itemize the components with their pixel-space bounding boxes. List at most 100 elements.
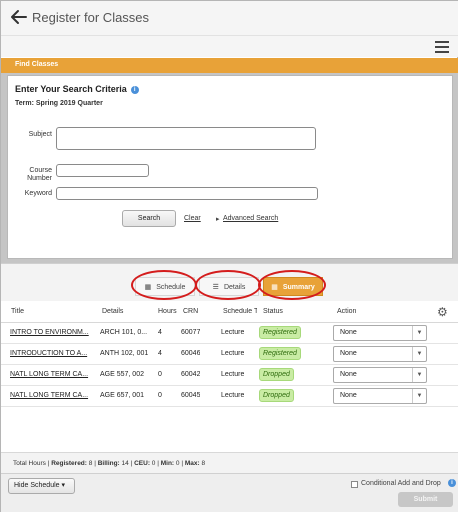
conditional-add-drop-checkbox[interactable] xyxy=(351,481,358,488)
keyword-input[interactable] xyxy=(56,187,318,200)
action-select[interactable]: None ▼ xyxy=(333,325,427,341)
column-header-details[interactable]: Details xyxy=(102,308,123,315)
clear-link[interactable]: Clear xyxy=(184,215,201,222)
registered-label: Registered: xyxy=(51,460,87,467)
chevron-down-icon: ▼ xyxy=(412,347,426,361)
info-icon[interactable]: i xyxy=(448,479,456,487)
course-details: AGE 557, 002 xyxy=(100,371,144,378)
course-crn: 60046 xyxy=(181,350,201,357)
chevron-down-icon: ▼ xyxy=(412,368,426,382)
hide-schedule-button[interactable]: Hide Schedule ▾ xyxy=(8,478,75,494)
info-icon[interactable]: i xyxy=(130,86,139,94)
menu-bar xyxy=(1,35,458,57)
column-header-crn[interactable]: CRN xyxy=(183,308,198,315)
course-title-link[interactable]: NATL LONG TERM CA... xyxy=(10,371,96,378)
action-select[interactable]: None ▼ xyxy=(333,367,427,383)
course-hours: 4 xyxy=(158,350,162,357)
course-number-label-line1: Course xyxy=(29,167,52,174)
course-title-link[interactable]: INTRO TO ENVIRONM... xyxy=(10,329,96,336)
course-schedule-type: Lecture xyxy=(221,350,245,357)
tab-details[interactable]: ☰ Details xyxy=(199,277,259,296)
course-hours: 0 xyxy=(158,392,162,399)
status-badge: Dropped xyxy=(259,368,294,381)
course-hours: 4 xyxy=(158,329,162,336)
table-row: INTRO TO ENVIRONM... ARCH 101, 0... 4 60… xyxy=(1,323,458,344)
search-criteria-heading-text: Enter Your Search Criteria xyxy=(15,84,127,94)
course-details: AGE 657, 001 xyxy=(100,392,144,399)
action-select[interactable]: None ▼ xyxy=(333,388,427,404)
course-number-input[interactable] xyxy=(56,164,149,177)
tab-schedule[interactable]: ▦ Schedule xyxy=(135,277,195,296)
course-details: ARCH 101, 0... xyxy=(100,329,148,336)
action-select[interactable]: None ▼ xyxy=(333,346,427,362)
course-crn: 60077 xyxy=(181,329,201,336)
view-tabs: ▦ Schedule ☰ Details ▦ Summary xyxy=(1,264,458,301)
title-bar: Register for Classes xyxy=(1,1,458,35)
search-criteria-heading: Enter Your Search Criteria i xyxy=(15,84,139,94)
course-title-link[interactable]: INTRODUCTION TO A... xyxy=(10,350,96,357)
tab-details-label: Details xyxy=(223,284,246,291)
action-select-value: None xyxy=(340,329,357,336)
keyword-label: Keyword xyxy=(24,190,52,197)
schedule-summary-section: ▦ Schedule ☰ Details ▦ Summary Title Detail… xyxy=(1,263,458,471)
hamburger-menu-icon[interactable] xyxy=(435,41,449,53)
course-number-label-line2: Number xyxy=(27,175,52,182)
billing-hours: 14 xyxy=(121,460,129,467)
back-arrow-icon[interactable] xyxy=(10,8,28,26)
advanced-search-arrow-icon: ▸ xyxy=(216,216,220,223)
total-hours-label: Total Hours xyxy=(13,460,46,467)
subject-label: Subject xyxy=(28,131,52,138)
chevron-down-icon: ▼ xyxy=(412,326,426,340)
action-select-value: None xyxy=(340,350,357,357)
column-header-hours[interactable]: Hours xyxy=(158,308,178,315)
ceu-hours: 0 xyxy=(151,460,156,467)
caret-down-icon: ▾ xyxy=(61,482,65,489)
action-select-value: None xyxy=(340,392,357,399)
column-header-status[interactable]: Status xyxy=(263,308,283,315)
gear-icon[interactable]: ⚙ xyxy=(437,305,448,319)
search-button[interactable]: Search xyxy=(122,210,176,227)
action-select-value: None xyxy=(340,371,357,378)
page-title: Register for Classes xyxy=(32,10,150,25)
billing-label: Billing: xyxy=(97,460,120,467)
ceu-label: CEU: xyxy=(134,460,150,467)
status-badge: Registered xyxy=(259,326,301,339)
find-classes-header: Find Classes xyxy=(1,58,458,73)
advanced-search-link[interactable]: Advanced Search xyxy=(223,215,278,222)
table-row: NATL LONG TERM CA... AGE 557, 002 0 6004… xyxy=(1,365,458,386)
table-row: NATL LONG TERM CA... AGE 657, 001 0 6004… xyxy=(1,386,458,407)
table-row: INTRODUCTION TO A... ANTH 102, 001 4 600… xyxy=(1,344,458,365)
course-details: ANTH 102, 001 xyxy=(100,350,149,357)
course-schedule-type: Lecture xyxy=(221,392,245,399)
calendar-icon: ▦ xyxy=(271,284,278,291)
term-label: Term: Spring 2019 Quarter xyxy=(15,100,103,107)
totals-bar: Total Hours | Registered: 8 | Billing: 1… xyxy=(1,452,458,473)
submit-button[interactable]: Submit xyxy=(398,492,453,507)
course-crn: 60042 xyxy=(181,371,201,378)
subject-input[interactable] xyxy=(56,127,316,150)
hide-schedule-label: Hide Schedule xyxy=(14,482,60,489)
chevron-down-icon: ▼ xyxy=(412,389,426,403)
registered-hours: 8 xyxy=(88,460,93,467)
max-label: Max: xyxy=(184,460,200,467)
course-schedule-type: Lecture xyxy=(221,371,245,378)
calendar-icon: ▦ xyxy=(144,284,152,291)
footer-bar: Hide Schedule ▾ Conditional Add and Drop… xyxy=(1,473,458,512)
min-hours: 0 xyxy=(175,460,180,467)
search-criteria-panel: Enter Your Search Criteria i Term: Spring… xyxy=(7,75,453,259)
column-header-title[interactable]: Title xyxy=(11,308,24,315)
search-criteria-area: Enter Your Search Criteria i Term: Spring… xyxy=(1,73,458,263)
tab-summary-label: Summary xyxy=(282,284,315,291)
tab-summary[interactable]: ▦ Summary xyxy=(263,277,323,296)
status-badge: Dropped xyxy=(259,389,294,402)
course-hours: 0 xyxy=(158,371,162,378)
table-header: Title Details Hours CRN Schedule Type St… xyxy=(1,301,458,323)
course-schedule-type: Lecture xyxy=(221,329,245,336)
course-title-link[interactable]: NATL LONG TERM CA... xyxy=(10,392,96,399)
column-header-action[interactable]: Action xyxy=(337,308,356,315)
min-label: Min: xyxy=(160,460,175,467)
app-window: Register for Classes Find Classes Enter … xyxy=(0,0,458,512)
column-header-schedule-type[interactable]: Schedule Type xyxy=(223,308,257,315)
status-badge: Registered xyxy=(259,347,301,360)
max-hours: 8 xyxy=(201,460,206,467)
